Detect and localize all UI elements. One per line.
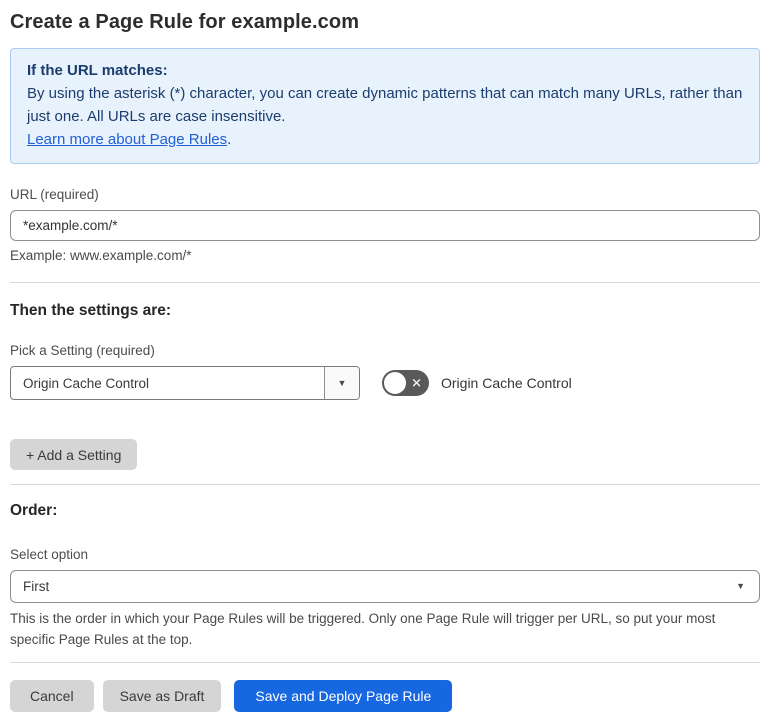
chevron-down-icon: ▼ [337,377,347,388]
order-help-text: This is the order in which your Page Rul… [10,611,716,647]
save-and-deploy-button[interactable]: Save and Deploy Page Rule [234,680,453,712]
setting-select-value: Origin Cache Control [23,375,150,391]
footer-actions: Cancel Save as Draft Save and Deploy Pag… [10,680,760,712]
toggle-label: Origin Cache Control [441,375,572,391]
url-example-text: Example: www.example.com/* [10,248,192,263]
link-suffix: . [227,131,232,148]
pick-setting-label: Pick a Setting (required) [10,343,155,358]
save-as-draft-button[interactable]: Save as Draft [102,680,222,712]
toggle-off-x-icon: ✕ [411,375,422,391]
info-box-link-line: Learn more about Page Rules. [27,128,743,151]
page-title: Create a Page Rule for example.com [10,11,360,33]
url-input[interactable] [10,210,760,241]
url-match-info-box: If the URL matches: By using the asteris… [10,48,760,164]
setting-row: Origin Cache Control ▼ ✕ Origin Cache Co… [10,366,760,400]
divider [10,484,760,485]
setting-select[interactable]: Origin Cache Control ▼ [10,366,360,400]
add-setting-button[interactable]: + Add a Setting [10,439,138,470]
settings-section-heading: Then the settings are: [10,302,172,319]
url-field-label: URL (required) [10,187,99,202]
divider [10,662,760,663]
order-section-heading: Order: [10,502,58,519]
info-box-heading: If the URL matches: [27,62,168,79]
learn-more-link[interactable]: Learn more about Page Rules [27,131,227,148]
toggle-knob [384,372,406,394]
chevron-down-icon: ▼ [736,581,745,591]
info-box-body: By using the asterisk (*) character, you… [27,85,743,125]
order-select-label: Select option [10,547,89,562]
order-select-value: First [23,579,50,594]
origin-cache-control-toggle[interactable]: ✕ [382,370,429,396]
order-select[interactable]: First ▼ [10,570,760,603]
cancel-button[interactable]: Cancel [10,680,94,712]
divider [10,282,760,283]
setting-select-caret-button[interactable]: ▼ [324,367,359,399]
